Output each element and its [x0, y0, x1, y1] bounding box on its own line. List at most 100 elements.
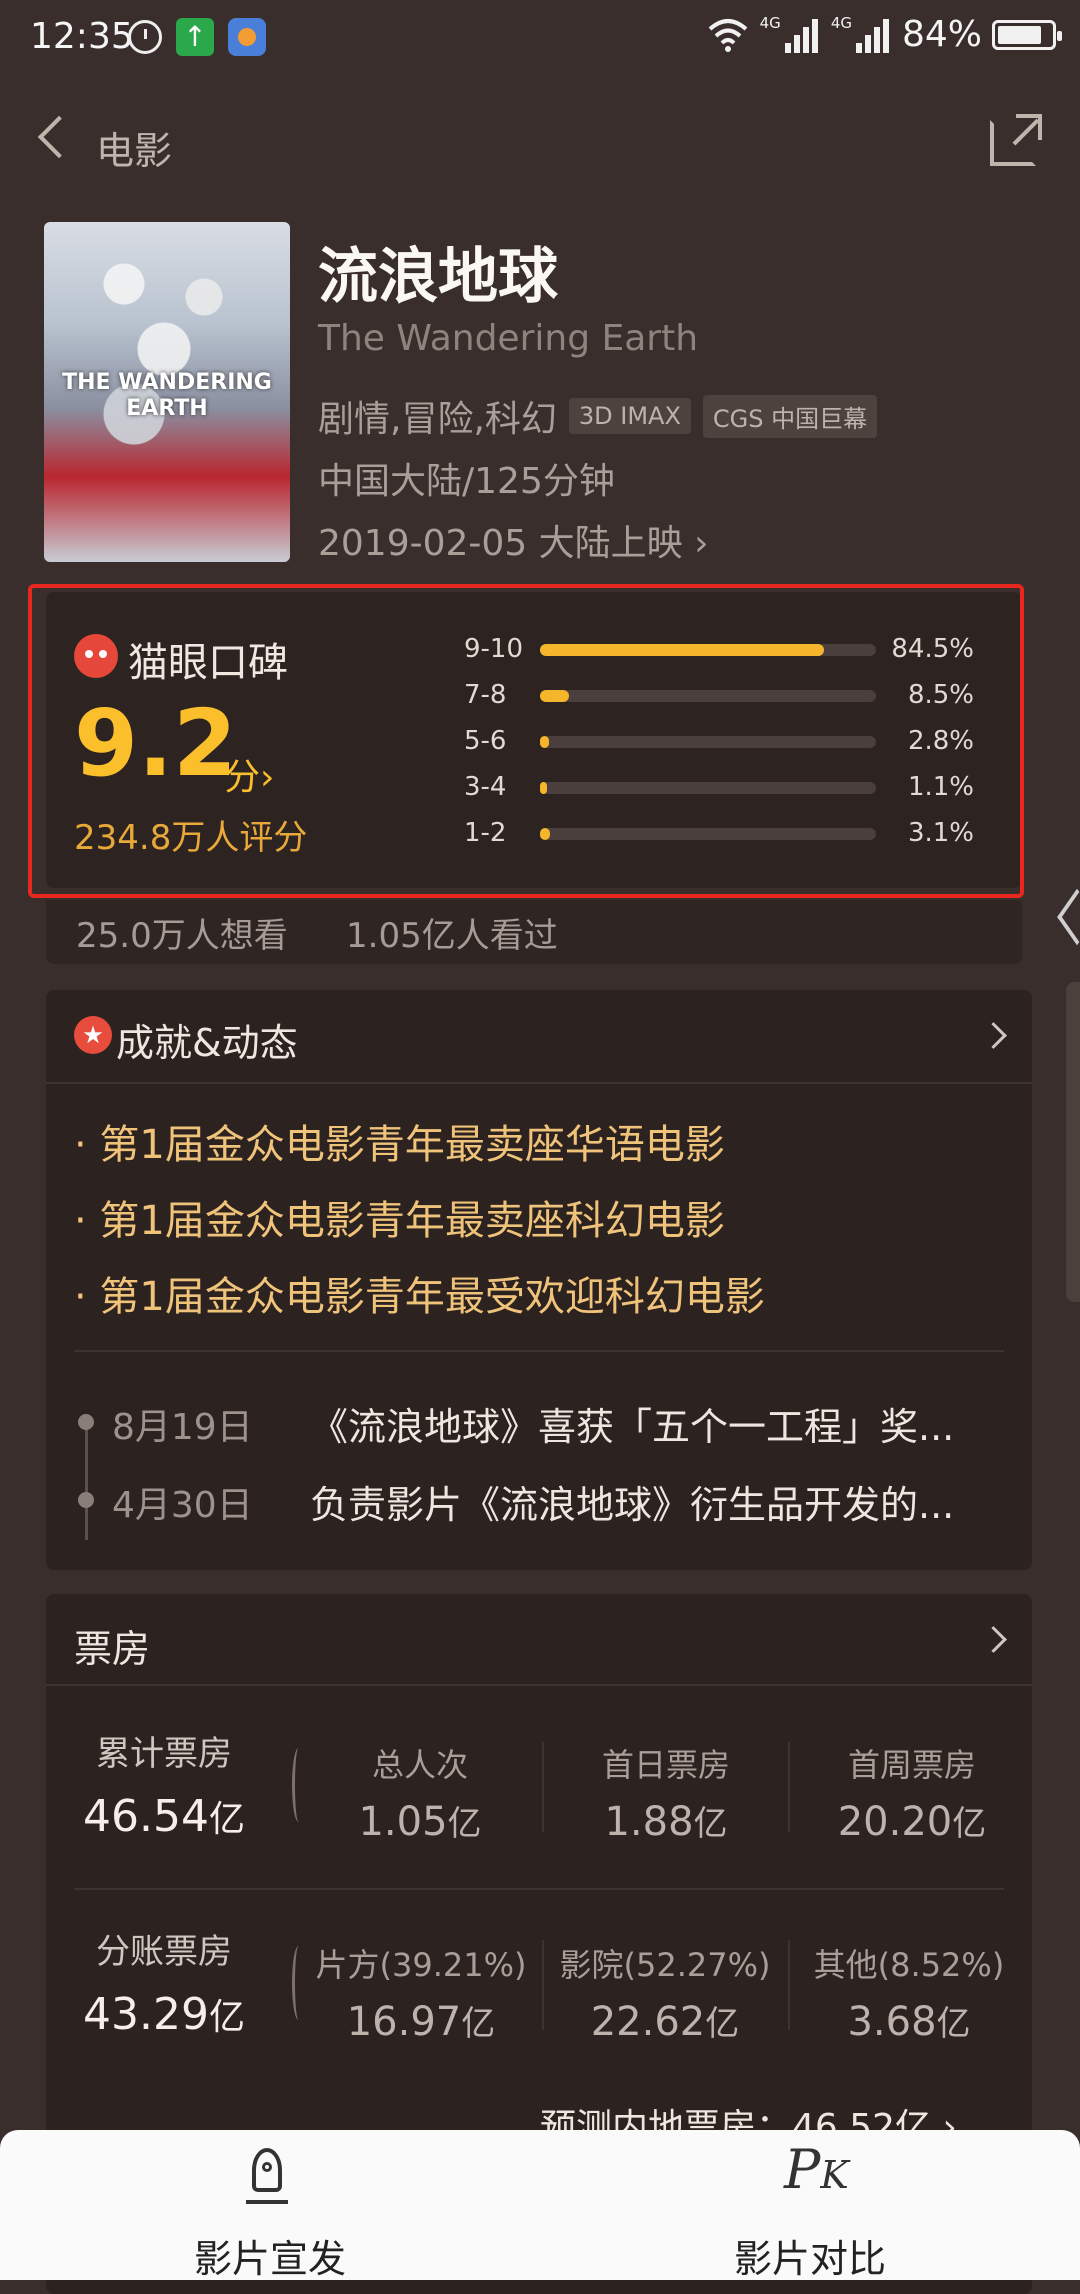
release-text: 2019-02-05 大陆上映: [318, 523, 683, 564]
rating-percent: 1.1%: [907, 772, 974, 802]
split-stat-value: 3.68亿: [796, 1996, 1022, 2045]
timeline-news[interactable]: 负责影片《流浪地球》衍生品开发的...: [310, 1474, 1000, 1529]
movie-release-date[interactable]: 2019-02-05 大陆上映 ›: [318, 514, 709, 566]
achievement-item[interactable]: · 第1届金众电影青年最卖座科幻电影: [74, 1188, 725, 1246]
timeline-line: [85, 1420, 88, 1540]
timeline-date: 8月19日: [112, 1407, 253, 1448]
stat-value: 20.20亿: [802, 1796, 1022, 1845]
rating-dist-row: 7-8 8.5%: [464, 678, 984, 724]
split-stat-unit: 亿: [461, 2004, 496, 2044]
rocket-icon: [244, 2148, 290, 2208]
split-value-unit: 亿: [208, 1997, 245, 2038]
signal-icon-2: [855, 17, 892, 53]
movie-poster[interactable]: THE WANDERING EARTH: [44, 222, 290, 562]
timeline-dot: [78, 1492, 94, 1508]
genre-row: 剧情,冒险,科幻 3D IMAX CGS 中国巨幕: [318, 390, 878, 442]
watched-count: 1.05亿人看过: [346, 916, 558, 956]
status-time: 12:35: [30, 16, 134, 57]
rating-percent: 8.5%: [907, 680, 974, 710]
rating-bar-track: [540, 828, 876, 840]
want-to-watch-count: 25.0万人想看: [76, 916, 288, 956]
brace: [292, 1946, 305, 2020]
tab-compare[interactable]: PK 影片对比: [540, 2130, 1080, 2281]
back-arrow-icon[interactable]: [37, 115, 81, 159]
maoyan-cat-icon: [74, 634, 118, 678]
rating-bar-fill: [540, 782, 547, 794]
rating-range-label: 7-8: [464, 680, 507, 710]
audience-row: 25.0万人想看 1.05亿人看过: [46, 900, 1022, 964]
split-stat-value: 16.97亿: [306, 1996, 536, 2045]
pk-icon: PK: [784, 2138, 849, 2201]
tab-promotion-label: 影片宣发: [193, 2237, 346, 2281]
rating-bar-fill: [540, 736, 550, 748]
stat-number: 1.88: [604, 1799, 694, 1845]
medal-icon: ★: [74, 1016, 112, 1054]
timeline-news[interactable]: 《流浪地球》喜获「五个一工程」奖...: [310, 1396, 1000, 1451]
status-icons-left: ↑: [128, 18, 266, 56]
nav-back-label[interactable]: 电影: [96, 120, 172, 175]
stat-separator: [542, 1742, 544, 1832]
timeline-dot: [78, 1414, 94, 1430]
rating-count: 234.8万人评分: [74, 818, 308, 858]
split-box-office-label: 分账票房: [96, 1932, 232, 1972]
network-label-2: 4G: [830, 14, 852, 32]
rating-bar-fill: [540, 828, 551, 840]
split-stat-number: 3.68: [847, 1999, 937, 2045]
achievement-item[interactable]: · 第1届金众电影青年最卖座华语电影: [74, 1112, 725, 1170]
rating-distribution: 9-10 84.5% 7-8 8.5% 5-6 2.8% 3-4 1.1% 1-2 3.1%: [464, 632, 984, 862]
rating-source-label: 猫眼口碑: [128, 640, 288, 686]
box-office-mid-divider: [74, 1888, 1004, 1890]
rating-percent: 84.5%: [891, 634, 974, 664]
brace: [292, 1748, 305, 1822]
rating-range-label: 3-4: [464, 772, 507, 802]
tab-promotion[interactable]: 影片宣发: [0, 2130, 540, 2281]
split-stat-label: 其他(8.52%): [813, 1946, 1005, 1984]
stat-number: 1.05: [358, 1799, 448, 1845]
stat-label: 首周票房: [847, 1746, 976, 1784]
total-box-office-label: 累计票房: [96, 1734, 232, 1774]
stat-separator: [788, 1940, 790, 2030]
stat-separator: [542, 1940, 544, 2030]
poster-title: THE WANDERING EARTH: [62, 370, 272, 421]
bottom-tab-bar: 影片宣发 PK 影片对比: [0, 2130, 1080, 2281]
rating-dist-row: 3-4 1.1%: [464, 770, 984, 816]
split-value-number: 43.29: [83, 1989, 209, 2040]
battery-percent: 84%: [901, 14, 982, 55]
achievements-title[interactable]: 成就&动态: [116, 1012, 298, 1067]
stat-label: 总人次: [371, 1746, 468, 1784]
movie-english-title: The Wandering Earth: [318, 318, 699, 359]
stat-unit: 亿: [447, 1804, 482, 1844]
split-stat-value: 22.62亿: [550, 1996, 780, 2045]
rating-score: 9.2: [74, 690, 237, 797]
split-stat-unit: 亿: [936, 2004, 971, 2044]
total-box-office-value: 46.54亿: [64, 1790, 264, 1842]
app-notification-icon: [228, 18, 266, 56]
signal-icon-1: [784, 17, 821, 53]
box-office-title[interactable]: 票房: [74, 1618, 150, 1673]
movie-genres: 剧情,冒险,科幻: [318, 399, 557, 440]
rating-bar-track: [540, 690, 876, 702]
rating-range-label: 9-10: [464, 634, 524, 664]
stat-unit: 亿: [693, 1804, 728, 1844]
split-stat-unit: 亿: [705, 2004, 740, 2044]
network-label-1: 4G: [759, 14, 781, 32]
split-stat-label: 影院(52.27%): [559, 1946, 771, 1984]
status-bar: 12:35 ↑ 4G 4G 84%: [0, 0, 1080, 80]
share-icon[interactable]: [990, 114, 1042, 166]
battery-fill: [998, 25, 1041, 44]
rating-range-label: 1-2: [464, 818, 507, 848]
side-collapse-handle[interactable]: [1048, 880, 1080, 980]
achievement-item[interactable]: · 第1届金众电影青年最受欢迎科幻电影: [74, 1264, 765, 1322]
battery-icon: [992, 19, 1062, 50]
rating-bar-fill: [540, 690, 569, 702]
rating-bar-track: [540, 644, 876, 656]
rating-dist-row: 1-2 3.1%: [464, 816, 984, 862]
rating-percent: 3.1%: [907, 818, 974, 848]
stat-value: 1.88亿: [556, 1796, 776, 1845]
wifi-icon: [708, 18, 747, 52]
upload-icon: ↑: [176, 18, 214, 56]
rating-unit[interactable]: 分›: [224, 748, 274, 800]
format-tag-imax: 3D IMAX: [568, 398, 691, 434]
side-scroll-indicator[interactable]: [1066, 982, 1080, 1302]
stat-unit: 亿: [952, 1804, 987, 1844]
